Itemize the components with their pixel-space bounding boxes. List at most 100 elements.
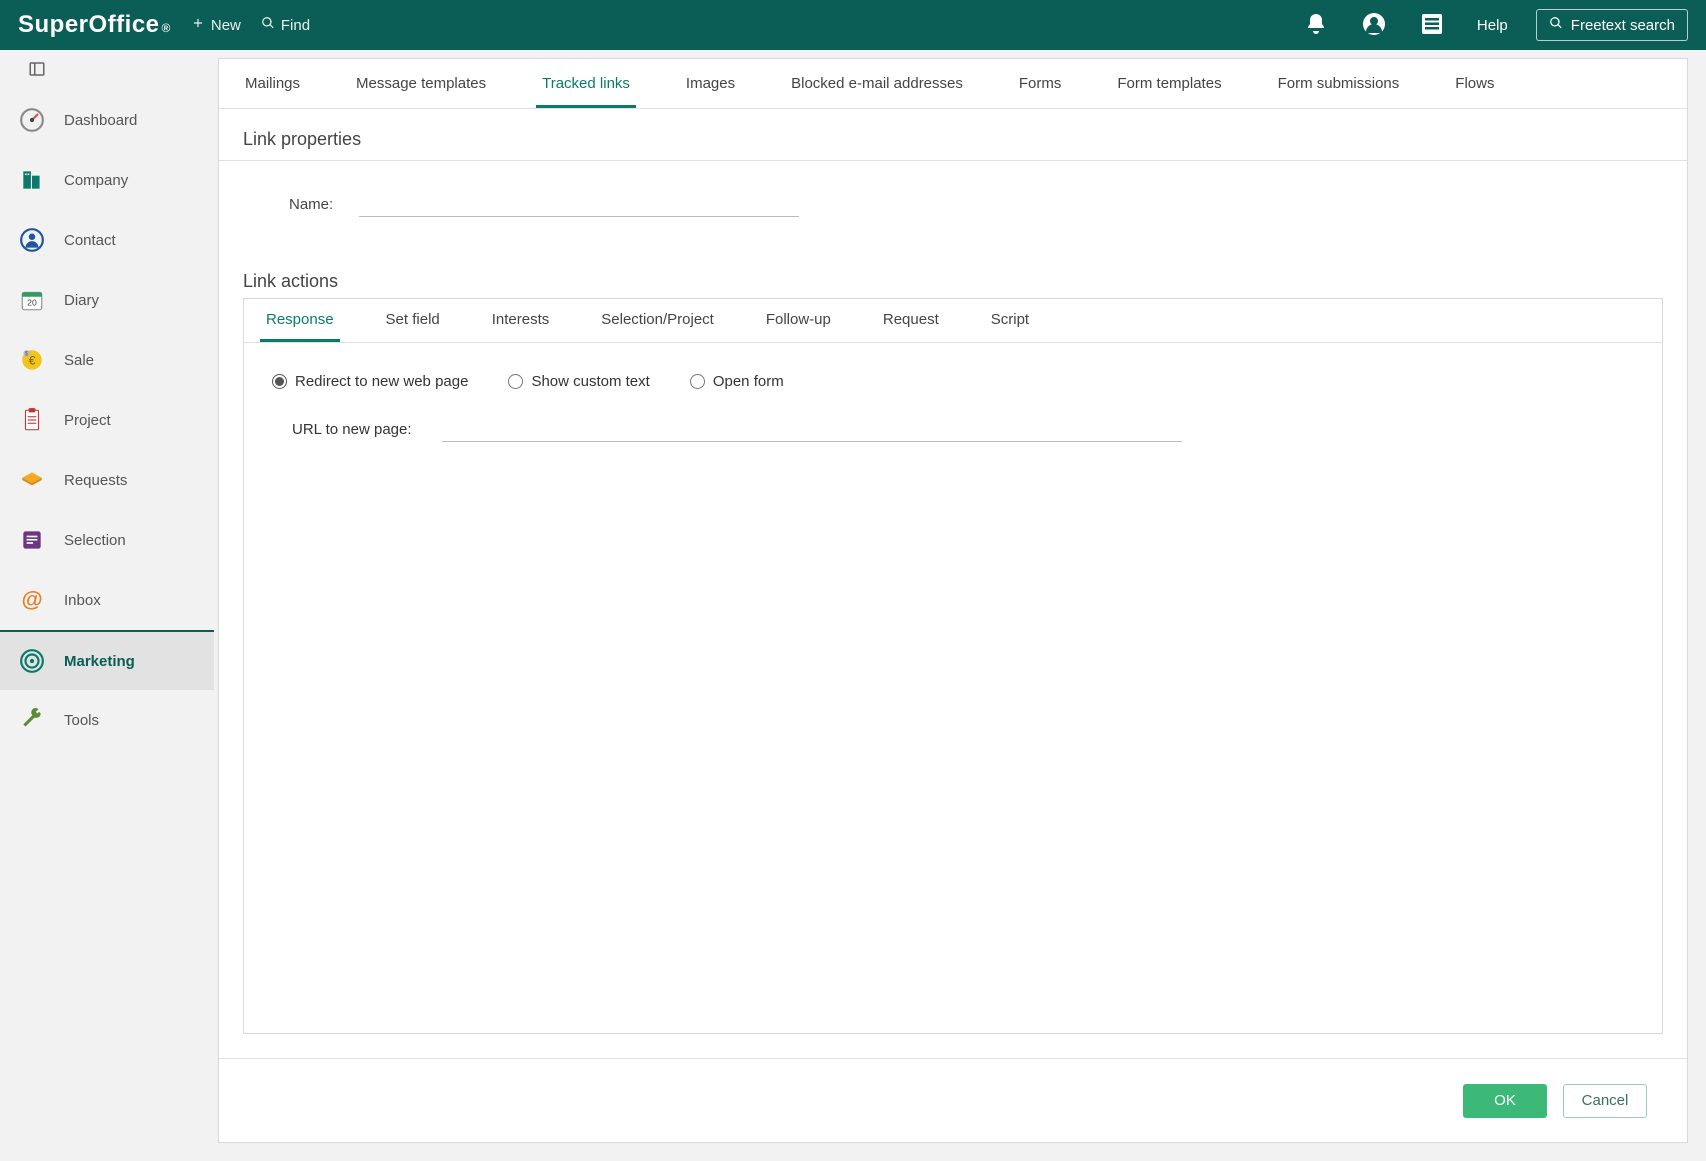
tools-icon (18, 706, 46, 734)
main: Mailings Message templates Tracked links Im… (214, 50, 1706, 1161)
panel-toggle-button[interactable] (0, 50, 214, 90)
subtabs-bar: Response Set field Interests Selection/Proj… (244, 299, 1662, 343)
tab-label: Message templates (356, 75, 486, 92)
subtab-interests[interactable]: Interests (486, 299, 556, 342)
sidebar-item-label: Marketing (64, 653, 135, 670)
search-icon (261, 16, 275, 34)
subtab-label: Request (883, 311, 939, 328)
subtab-script[interactable]: Script (985, 299, 1035, 342)
mainmenu-button[interactable] (1413, 6, 1451, 44)
radio-redirect[interactable]: Redirect to new web page (272, 373, 468, 390)
list-icon (1420, 12, 1444, 39)
cancel-label: Cancel (1582, 1092, 1629, 1109)
dashboard-icon (18, 106, 46, 134)
tab-message-templates[interactable]: Message templates (350, 61, 492, 108)
tab-flows[interactable]: Flows (1449, 61, 1500, 108)
radio-input-redirect[interactable] (272, 374, 287, 389)
dialog-footer: OK Cancel (219, 1058, 1687, 1142)
sidebar-item-inbox[interactable]: @ Inbox (0, 570, 214, 630)
tab-label: Form submissions (1278, 75, 1400, 92)
help-label: Help (1477, 17, 1508, 34)
sidebar-item-diary[interactable]: 20 Diary (0, 270, 214, 330)
sidebar-item-requests[interactable]: Requests (0, 450, 214, 510)
tab-label: Tracked links (542, 75, 630, 92)
sidebar-item-company[interactable]: Company (0, 150, 214, 210)
radio-custom[interactable]: Show custom text (508, 373, 649, 390)
sidebar-item-contact[interactable]: Contact (0, 210, 214, 270)
help-link[interactable]: Help (1477, 17, 1508, 34)
subtab-label: Response (266, 311, 334, 328)
svg-text:€: € (29, 353, 36, 367)
tab-form-submissions[interactable]: Form submissions (1272, 61, 1406, 108)
sidebar-item-tools[interactable]: Tools (0, 690, 214, 750)
response-radio-group: Redirect to new web page Show custom text… (272, 373, 1634, 390)
subtab-selection-project[interactable]: Selection/Project (595, 299, 720, 342)
tab-form-templates[interactable]: Form templates (1111, 61, 1227, 108)
sidebar-item-marketing[interactable]: Marketing (0, 630, 214, 690)
svg-text:20: 20 (27, 297, 37, 307)
radio-label: Redirect to new web page (295, 373, 468, 390)
svg-text:@: @ (21, 587, 42, 612)
brand-text: SuperOffice (18, 11, 160, 38)
diary-icon: 20 (18, 286, 46, 314)
radio-input-custom[interactable] (508, 374, 523, 389)
notifications-button[interactable] (1297, 6, 1335, 44)
sidebar-item-selection[interactable]: Selection (0, 510, 214, 570)
sidebar-item-label: Diary (64, 292, 99, 309)
cancel-button[interactable]: Cancel (1563, 1084, 1647, 1118)
tab-label: Blocked e-mail addresses (791, 75, 963, 92)
sidebar-item-label: Tools (64, 712, 99, 729)
sidebar-item-dashboard[interactable]: Dashboard (0, 90, 214, 150)
link-actions-title: Link actions (219, 227, 1687, 298)
response-panel: Redirect to new web page Show custom text… (244, 343, 1662, 1033)
brand-logo: SuperOffice® (18, 11, 171, 39)
ok-button[interactable]: OK (1463, 1084, 1547, 1118)
user-button[interactable] (1355, 6, 1393, 44)
radio-openform[interactable]: Open form (690, 373, 784, 390)
tab-forms[interactable]: Forms (1013, 61, 1068, 108)
subtab-request[interactable]: Request (877, 299, 945, 342)
tab-blocked-e-mail-addresses[interactable]: Blocked e-mail addresses (785, 61, 969, 108)
tab-mailings[interactable]: Mailings (239, 61, 306, 108)
freetext-label: Freetext search (1571, 17, 1675, 34)
tab-images[interactable]: Images (680, 61, 741, 108)
marketing-icon (18, 647, 46, 675)
sidebar-item-label: Sale (64, 352, 94, 369)
sidebar: Dashboard CompanyContact 20 Diary €$ Sale Proj… (0, 50, 214, 1161)
sidebar-item-sale[interactable]: €$ Sale (0, 330, 214, 390)
inbox-icon: @ (18, 586, 46, 614)
name-label: Name: (289, 196, 359, 213)
tabs-bar: Mailings Message templates Tracked links Im… (219, 59, 1687, 109)
subtab-follow-up[interactable]: Follow-up (760, 299, 837, 342)
panel-icon (28, 60, 46, 81)
brand-dot: ® (162, 21, 171, 35)
new-button[interactable]: New (191, 16, 241, 34)
radio-label: Open form (713, 373, 784, 390)
contact-icon (18, 226, 46, 254)
project-icon (18, 406, 46, 434)
subtab-label: Follow-up (766, 311, 831, 328)
tab-tracked-links[interactable]: Tracked links (536, 61, 636, 108)
name-input[interactable] (359, 191, 799, 217)
sidebar-item-label: Inbox (64, 592, 101, 609)
requests-icon (18, 466, 46, 494)
user-icon (1362, 12, 1386, 39)
sidebar-item-label: Dashboard (64, 112, 137, 129)
search-icon (1549, 16, 1563, 34)
bell-icon (1304, 12, 1328, 39)
find-button[interactable]: Find (261, 16, 310, 34)
url-label: URL to new page: (292, 421, 412, 438)
freetext-search-button[interactable]: Freetext search (1536, 9, 1688, 41)
company-icon (18, 166, 46, 194)
page-title: Link properties (219, 109, 1687, 160)
tab-label: Mailings (245, 75, 300, 92)
svg-text:$: $ (25, 351, 29, 358)
subtab-response[interactable]: Response (260, 299, 340, 342)
subtab-label: Set field (386, 311, 440, 328)
radio-input-openform[interactable] (690, 374, 705, 389)
subtab-label: Selection/Project (601, 311, 714, 328)
name-row: Name: (219, 161, 1687, 227)
subtab-set-field[interactable]: Set field (380, 299, 446, 342)
url-input[interactable] (442, 416, 1182, 442)
sidebar-item-project[interactable]: Project (0, 390, 214, 450)
